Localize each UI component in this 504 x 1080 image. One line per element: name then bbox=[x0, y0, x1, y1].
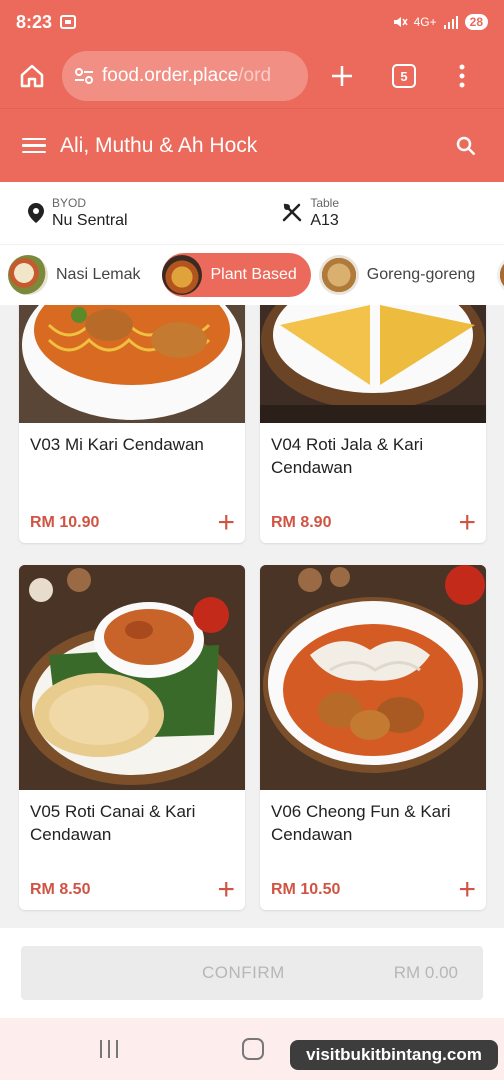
outlet-name: Nu Sentral bbox=[52, 212, 128, 229]
tab-nasi-lemak[interactable]: Nasi Lemak bbox=[8, 253, 154, 297]
new-tab-button[interactable] bbox=[320, 54, 364, 98]
menu-icon[interactable] bbox=[22, 137, 46, 154]
utensils-icon bbox=[283, 203, 302, 222]
item-name: V03 Mi Kari Cendawan bbox=[30, 435, 204, 454]
table-label: Table bbox=[310, 196, 339, 210]
menu-item-card[interactable]: V03 Mi Kari Cendawan RM 10.90 + bbox=[19, 305, 245, 543]
url-host: food.order.place bbox=[102, 65, 239, 86]
location-info: BYOD Nu Sentral bbox=[28, 196, 128, 230]
tab-label: Nasi Lemak bbox=[56, 266, 141, 283]
tab-count: 5 bbox=[392, 64, 416, 88]
search-icon bbox=[456, 136, 476, 155]
status-indicators: 4G+ 28 bbox=[392, 14, 488, 30]
url-text: food.order.place/ord bbox=[102, 65, 271, 87]
add-item-button[interactable]: + bbox=[458, 875, 476, 905]
add-item-button[interactable]: + bbox=[217, 508, 235, 538]
signal-icon bbox=[443, 16, 458, 29]
home-icon[interactable] bbox=[8, 52, 56, 100]
site-settings-icon[interactable] bbox=[74, 67, 94, 85]
watermark: visitbukitbintang.com bbox=[290, 1040, 498, 1070]
table-number: A13 bbox=[310, 212, 339, 229]
url-path: /ord bbox=[238, 65, 272, 86]
status-time: 8:23 bbox=[16, 11, 53, 32]
screen-record-icon bbox=[60, 15, 77, 29]
page-title: Ali, Muthu & Ah Hock bbox=[60, 133, 258, 157]
item-name: V04 Roti Jala & Kari Cendawan bbox=[271, 435, 424, 477]
tab-label: Goreng-goreng bbox=[366, 266, 476, 283]
table-info: Table A13 bbox=[282, 196, 339, 230]
roti-canai-photo bbox=[19, 565, 245, 790]
item-price: RM 8.50 bbox=[30, 881, 91, 898]
plus-icon bbox=[332, 66, 352, 86]
order-info: BYOD Nu Sentral Table A13 bbox=[0, 182, 504, 244]
tab-switcher-button[interactable]: 5 bbox=[382, 54, 426, 98]
status-bar: 8:23 4G+ 28 bbox=[0, 0, 504, 44]
tab-next-category[interactable] bbox=[497, 253, 504, 297]
location-pin-icon bbox=[28, 203, 44, 223]
plant-based-thumbnail bbox=[162, 255, 203, 295]
goreng-goreng-thumbnail bbox=[318, 255, 359, 295]
address-bar[interactable]: food.order.place/ord bbox=[62, 51, 308, 101]
browser-toolbar: food.order.place/ord 5 bbox=[0, 44, 504, 108]
mi-kari-photo bbox=[19, 305, 245, 423]
item-name: V05 Roti Canai & Kari Cendawan bbox=[30, 802, 196, 844]
battery-level: 28 bbox=[464, 14, 488, 30]
tab-plant-based[interactable]: Plant Based bbox=[162, 253, 311, 297]
tab-label: Plant Based bbox=[210, 266, 297, 283]
item-price: RM 10.50 bbox=[271, 881, 341, 898]
add-item-button[interactable]: + bbox=[217, 875, 235, 905]
item-price: RM 8.90 bbox=[271, 514, 332, 531]
app-header: Ali, Muthu & Ah Hock bbox=[0, 108, 504, 182]
confirm-button[interactable]: CONFIRM RM 0.00 bbox=[21, 946, 483, 1000]
confirm-bar: CONFIRM RM 0.00 bbox=[0, 928, 504, 1018]
more-vertical-icon bbox=[459, 64, 465, 88]
confirm-label: CONFIRM bbox=[202, 963, 285, 982]
menu-item-card[interactable]: V04 Roti Jala & Kari Cendawan RM 8.90 + bbox=[260, 305, 486, 543]
menu-item-card[interactable]: V05 Roti Canai & Kari Cendawan RM 8.50 + bbox=[19, 565, 245, 910]
recent-apps-icon[interactable] bbox=[100, 1040, 118, 1058]
byod-label: BYOD bbox=[52, 196, 87, 210]
mute-icon bbox=[393, 17, 408, 27]
cheong-fun-photo bbox=[260, 565, 486, 790]
more-options-button[interactable] bbox=[440, 54, 484, 98]
menu-item-card[interactable]: V06 Cheong Fun & Kari Cendawan RM 10.50 … bbox=[260, 565, 486, 910]
next-category-thumbnail bbox=[497, 255, 504, 295]
item-name: V06 Cheong Fun & Kari Cendawan bbox=[271, 802, 451, 844]
add-item-button[interactable]: + bbox=[458, 508, 476, 538]
network-type: 4G+ bbox=[413, 15, 437, 29]
home-button-icon[interactable] bbox=[242, 1038, 264, 1060]
nasi-lemak-thumbnail bbox=[8, 255, 48, 295]
category-tabs: Nasi Lemak Plant Based Goreng-goreng bbox=[0, 245, 504, 305]
roti-jala-photo bbox=[260, 305, 486, 423]
order-total: RM 0.00 bbox=[393, 963, 458, 982]
tab-goreng-goreng[interactable]: Goreng-goreng bbox=[318, 253, 490, 297]
item-price: RM 10.90 bbox=[30, 514, 100, 531]
menu-grid: V03 Mi Kari Cendawan RM 10.90 + V04 Roti… bbox=[0, 305, 504, 925]
search-button[interactable] bbox=[450, 130, 482, 162]
